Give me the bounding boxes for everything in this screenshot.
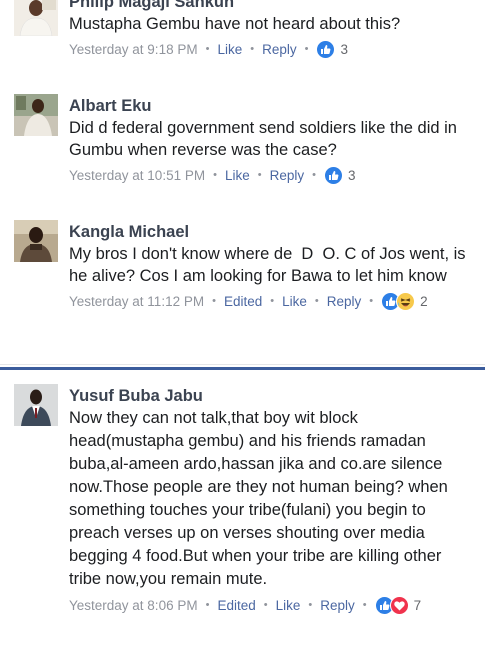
comment-timestamp[interactable]: Yesterday at 11:12 PM bbox=[69, 294, 204, 309]
separator-dot: • bbox=[205, 599, 210, 611]
like-reaction-icon bbox=[323, 165, 343, 185]
like-button[interactable]: Like bbox=[276, 598, 301, 613]
comment-author[interactable]: Albart Eku bbox=[69, 96, 473, 116]
reply-button[interactable]: Reply bbox=[327, 294, 362, 309]
comment-author[interactable]: Philip Magaji Sankun bbox=[69, 0, 473, 12]
like-button[interactable]: Like bbox=[217, 42, 242, 57]
separator-dot: • bbox=[257, 169, 262, 181]
comment-meta: Yesterday at 11:12 PM • Edited • Like • … bbox=[69, 291, 473, 311]
edited-label[interactable]: Edited bbox=[224, 294, 262, 309]
comment-text: Did d federal government send soldiers l… bbox=[69, 119, 462, 159]
separator-dot: • bbox=[314, 295, 319, 307]
comment-author[interactable]: Yusuf Buba Jabu bbox=[69, 386, 473, 406]
haha-reaction-icon bbox=[396, 291, 416, 311]
section-divider-accent bbox=[0, 367, 485, 370]
reaction-icons[interactable] bbox=[316, 39, 336, 59]
avatar-photo-icon bbox=[14, 220, 58, 262]
avatar[interactable] bbox=[14, 0, 58, 36]
separator-dot: • bbox=[369, 295, 374, 307]
like-reaction-icon bbox=[316, 39, 336, 59]
comment-text: My bros I don't know where de D O. C of … bbox=[69, 245, 471, 285]
separator-dot: • bbox=[213, 169, 217, 181]
reaction-count[interactable]: 2 bbox=[420, 294, 428, 309]
like-button[interactable]: Like bbox=[282, 294, 307, 309]
avatar-photo-icon bbox=[14, 94, 58, 136]
separator-dot: • bbox=[362, 599, 367, 611]
avatar-photo-icon bbox=[14, 0, 58, 36]
reply-button[interactable]: Reply bbox=[270, 168, 305, 183]
separator-dot: • bbox=[263, 599, 268, 611]
separator-dot: • bbox=[205, 43, 210, 55]
reaction-count[interactable]: 3 bbox=[348, 168, 356, 183]
separator-dot: • bbox=[308, 599, 313, 611]
reaction-icons[interactable] bbox=[374, 595, 409, 615]
reply-button[interactable]: Reply bbox=[320, 598, 355, 613]
separator-dot: • bbox=[304, 43, 309, 55]
separator-dot: • bbox=[312, 169, 316, 181]
love-reaction-icon bbox=[389, 595, 409, 615]
avatar-photo-icon bbox=[14, 384, 58, 426]
reaction-count[interactable]: 3 bbox=[340, 42, 348, 57]
comment-meta: Yesterday at 8:06 PM • Edited • Like • R… bbox=[69, 595, 473, 615]
separator-dot: • bbox=[212, 295, 216, 307]
avatar[interactable] bbox=[14, 94, 58, 136]
comment-timestamp[interactable]: Yesterday at 8:06 PM bbox=[69, 598, 198, 613]
comment-text: Now they can not talk,that boy wit block… bbox=[69, 409, 453, 588]
reaction-count[interactable]: 7 bbox=[414, 598, 422, 613]
avatar[interactable] bbox=[14, 220, 58, 262]
reaction-icons[interactable] bbox=[381, 291, 416, 311]
comment-timestamp[interactable]: Yesterday at 10:51 PM bbox=[69, 168, 205, 183]
comment-timestamp[interactable]: Yesterday at 9:18 PM bbox=[69, 42, 198, 57]
comment-author[interactable]: Kangla Michael bbox=[69, 222, 473, 242]
comment-meta: Yesterday at 10:51 PM • Like • Reply • 3 bbox=[69, 165, 473, 185]
separator-dot: • bbox=[250, 43, 255, 55]
edited-label[interactable]: Edited bbox=[217, 598, 255, 613]
separator-dot: • bbox=[270, 295, 275, 307]
section-divider bbox=[0, 364, 485, 365]
comment-text: Mustapha Gembu have not heard about this… bbox=[69, 15, 401, 33]
reply-button[interactable]: Reply bbox=[262, 42, 297, 57]
comment-thread: Philip Magaji Sankun Mustapha Gembu have… bbox=[0, 0, 485, 661]
avatar[interactable] bbox=[14, 384, 58, 426]
like-button[interactable]: Like bbox=[225, 168, 250, 183]
reaction-icons[interactable] bbox=[323, 165, 343, 185]
comment-meta: Yesterday at 9:18 PM • Like • Reply • 3 bbox=[69, 39, 473, 59]
